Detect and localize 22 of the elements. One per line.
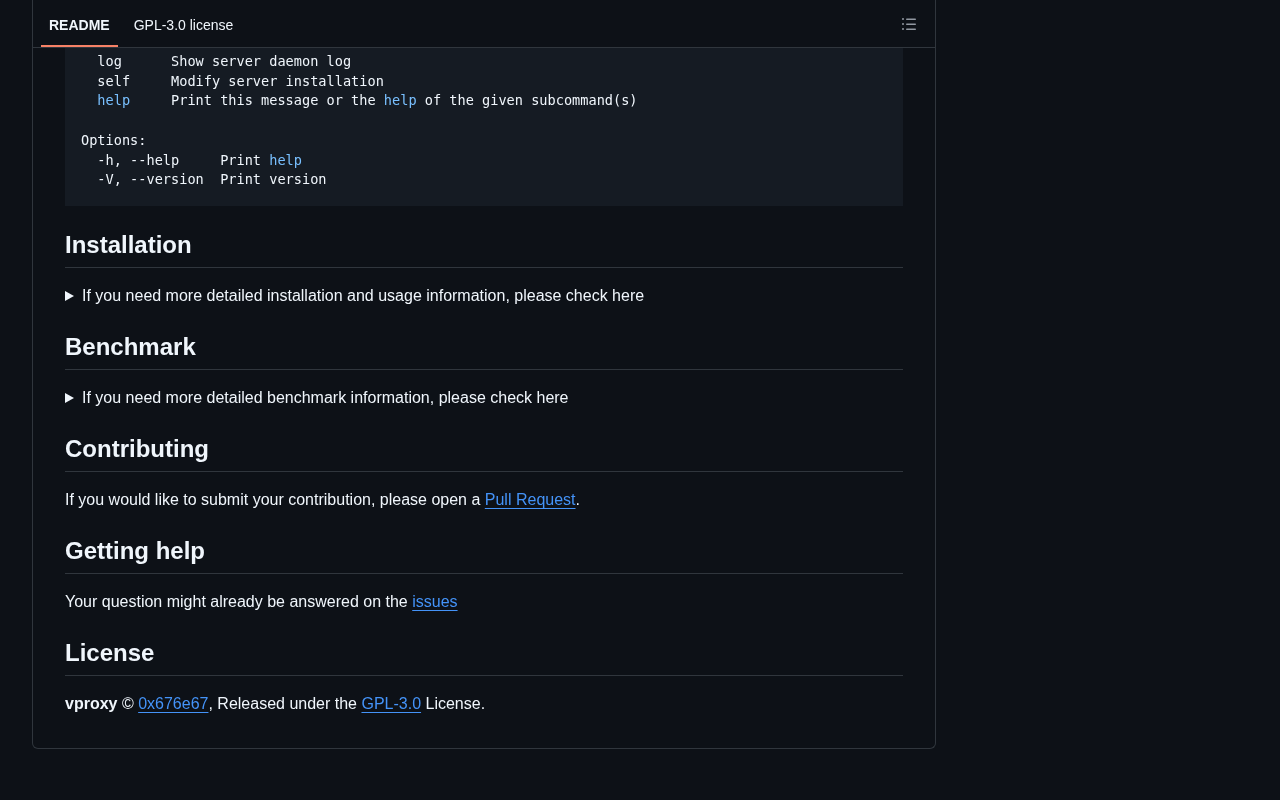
section-heading: Benchmark — [65, 331, 903, 370]
section-heading: Getting help — [65, 535, 903, 574]
section-heading: Contributing — [65, 433, 903, 472]
paragraph: vproxy © 0x676e67, Released under the GPL-3.0 License. — [65, 693, 486, 714]
details-summary[interactable]: If you need more detailed benchmark information, please check here — [65, 385, 569, 410]
paragraph: If you would like to submit your contribution, please open a Pull Request. — [65, 489, 580, 510]
tab[interactable]: GPL-3.0 license — [125, 0, 242, 47]
code-line: -V, --version Print version — [96, 170, 327, 190]
link[interactable]: Pull Request — [484, 490, 576, 508]
link[interactable]: issues — [412, 592, 458, 610]
section-heading: License — [65, 637, 903, 676]
code-line: help Print this message or the help of the given subcommand(s) — [96, 91, 638, 111]
code-line: -h, --help Print help — [96, 150, 302, 170]
list-icon — [902, 18, 916, 30]
code-line: Options: — [81, 130, 147, 150]
paragraph: Your question might already be answered on the issues — [65, 591, 458, 612]
code-line: self Modify server installation — [96, 71, 384, 91]
section-heading: Installation — [65, 229, 903, 268]
link[interactable]: GPL-3.0 — [361, 694, 422, 712]
link[interactable]: 0x676e67 — [138, 694, 209, 712]
code-line: log Show server daemon log — [96, 52, 352, 71]
details-summary[interactable]: If you need more detailed installation and usage information, please check here — [65, 283, 645, 308]
